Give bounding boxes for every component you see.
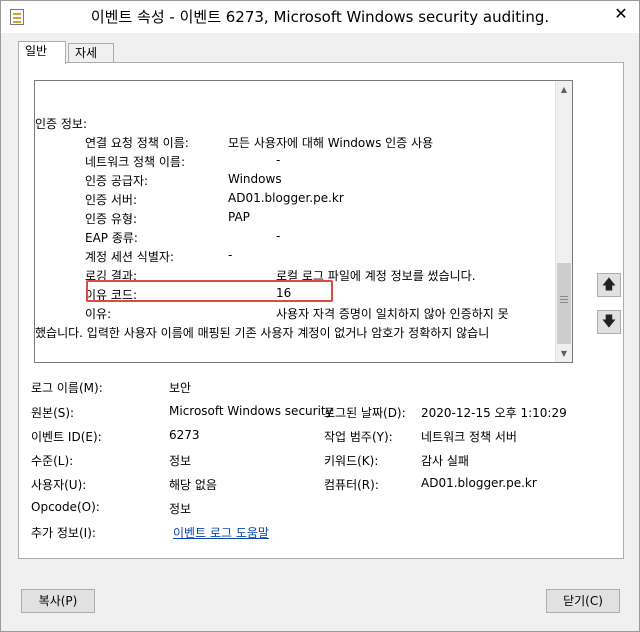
desc-label: 인증 공급자: [85, 174, 149, 188]
user-value: 해당 없음 [169, 478, 217, 492]
event-properties-window: 이벤트 속성 - 이벤트 6273, Microsoft Windows sec… [0, 0, 640, 632]
level-value: 정보 [169, 454, 192, 468]
event-log-help-link[interactable]: 이벤트 로그 도움말 [173, 524, 269, 541]
logged-value: 2020-12-15 오후 1:10:29 [421, 406, 567, 420]
opcode-label: Opcode(O): [31, 500, 100, 514]
section-header: 인증 정보: [35, 117, 88, 131]
tab-details[interactable]: 자세히 [68, 43, 114, 78]
window-title: 이벤트 속성 - 이벤트 6273, Microsoft Windows sec… [90, 8, 550, 26]
close-button[interactable]: 닫기(C) [546, 589, 620, 613]
close-window-button[interactable]: ✕ [607, 3, 635, 25]
title-bar[interactable]: 이벤트 속성 - 이벤트 6273, Microsoft Windows sec… [1, 1, 639, 33]
desc-value: AD01.blogger.pe.kr [228, 191, 344, 205]
desc-label: 연결 요청 정책 이름: [85, 136, 189, 150]
desc-label: EAP 종류: [85, 231, 138, 245]
source-value: Microsoft Windows security [169, 404, 333, 418]
next-event-button[interactable]: 🡇 [597, 310, 621, 334]
event-id-value: 6273 [169, 428, 200, 442]
task-category-value: 네트워크 정책 서버 [421, 430, 517, 444]
tab-general[interactable]: 일반 [18, 41, 66, 64]
desc-value: PAP [228, 210, 250, 224]
log-name-label: 로그 이름(M): [31, 381, 103, 395]
task-category-label: 작업 범주(Y): [324, 430, 393, 444]
scroll-down-arrow-icon[interactable]: ▼ [556, 345, 572, 362]
scroll-up-arrow-icon[interactable]: ▲ [556, 81, 572, 98]
desc-label: 이유: [85, 307, 112, 321]
scroll-thumb[interactable] [557, 263, 571, 344]
event-description-box[interactable]: 인증 정보: 연결 요청 정책 이름: 모든 사용자에 대해 Windows 인… [34, 80, 573, 363]
arrow-up-icon: 🡅 [601, 277, 617, 293]
computer-label: 컴퓨터(R): [324, 478, 379, 492]
level-label: 수준(L): [31, 454, 74, 468]
desc-label: 인증 유형: [85, 212, 138, 226]
user-label: 사용자(U): [31, 478, 87, 492]
desc-value: - [276, 153, 281, 167]
more-info-label: 추가 정보(I): [31, 526, 96, 540]
event-id-label: 이벤트 ID(E): [31, 430, 102, 444]
arrow-down-icon: 🡇 [601, 314, 617, 330]
desc-value: 모든 사용자에 대해 Windows 인증 사용 [228, 136, 434, 150]
desc-value: 사용자 자격 증명이 일치하지 않아 인증하지 못 [276, 307, 509, 321]
log-name-value: 보안 [169, 381, 192, 395]
desc-value: Windows [228, 172, 282, 186]
computer-value: AD01.blogger.pe.kr [421, 476, 537, 490]
logged-label: 로그된 날짜(D): [324, 406, 406, 420]
source-label: 원본(S): [31, 406, 75, 420]
description-scrollbar[interactable]: ▲ ▼ [555, 81, 572, 362]
previous-event-button[interactable]: 🡅 [597, 273, 621, 297]
desc-label: 인증 서버: [85, 193, 138, 207]
keywords-value: 감사 실패 [421, 454, 469, 468]
keywords-label: 키워드(K): [324, 454, 379, 468]
desc-label: 네트워크 정책 이름: [85, 155, 185, 169]
general-tab-panel: 인증 정보: 연결 요청 정책 이름: 모든 사용자에 대해 Windows 인… [18, 62, 624, 559]
copy-button[interactable]: 복사(P) [21, 589, 95, 613]
desc-wrap-line: 했습니다. 입력한 사용자 이름에 매핑된 기존 사용자 계정이 없거나 암호가… [35, 326, 490, 340]
desc-value: - [276, 229, 281, 243]
reason-code-highlight [86, 280, 333, 302]
desc-value: - [228, 248, 233, 262]
opcode-value: 정보 [169, 502, 192, 516]
desc-label: 계정 세션 식별자: [85, 250, 174, 264]
